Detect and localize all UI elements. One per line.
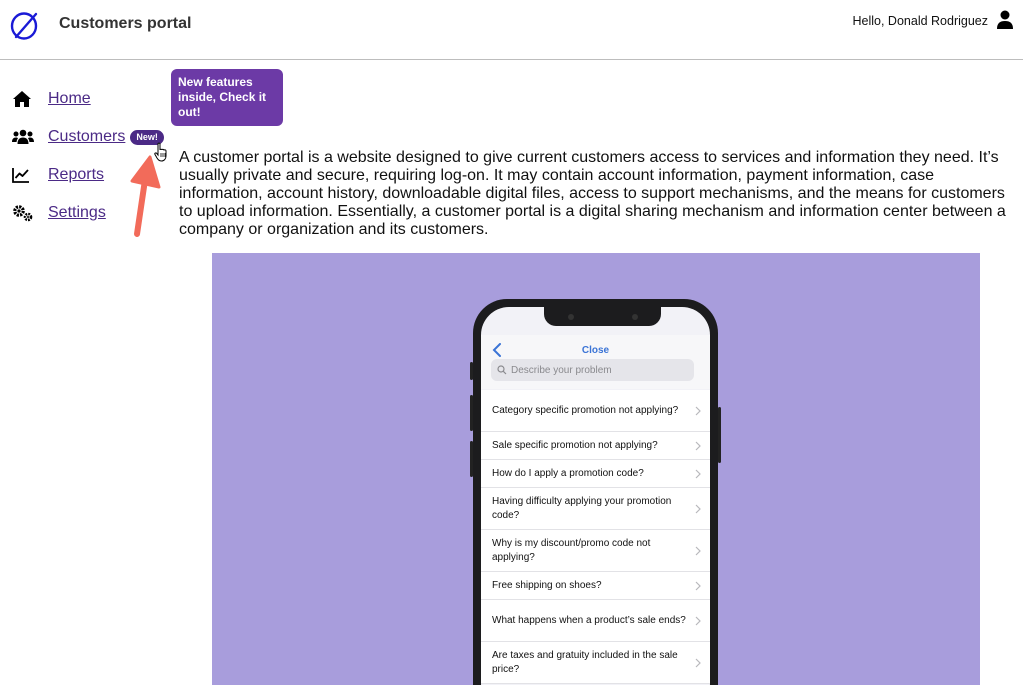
faq-item[interactable]: Category specific promotion not applying…: [481, 390, 710, 432]
chevron-right-icon: [695, 504, 701, 513]
faq-list: Category specific promotion not applying…: [481, 390, 710, 684]
faq-item[interactable]: Free shipping on shoes?: [481, 572, 710, 600]
annotation-arrow-icon: [130, 155, 161, 237]
chevron-right-icon: [695, 406, 701, 415]
phone-search-input[interactable]: Describe your problem: [491, 359, 694, 381]
users-icon: [12, 127, 34, 147]
faq-item-label: How do I apply a promotion code?: [492, 467, 644, 479]
chevron-right-icon: [695, 581, 701, 590]
brand-logo-icon[interactable]: [10, 11, 40, 41]
sidebar-item-label[interactable]: Customers: [48, 128, 125, 146]
sidebar-item-label[interactable]: Home: [48, 90, 91, 108]
faq-item-label: Why is my discount/promo code not applyi…: [492, 537, 651, 563]
phone-screen: Close Describe your problem Category spe…: [481, 307, 710, 685]
new-features-tooltip: New features inside, Check it out!: [171, 69, 283, 126]
faq-item-label: Category specific promotion not applying…: [492, 404, 679, 416]
portal-description: A customer portal is a website designed …: [179, 149, 1006, 238]
chevron-right-icon: [695, 546, 701, 555]
app-title: Customers portal: [59, 15, 192, 32]
faq-item-label: Having difficulty applying your promotio…: [492, 495, 672, 521]
chevron-right-icon: [695, 658, 701, 667]
sidebar-item-customers[interactable]: Customers New!: [12, 125, 164, 149]
search-icon: [497, 365, 507, 375]
faq-item-label: Free shipping on shoes?: [492, 579, 602, 591]
sidebar-item-home[interactable]: Home: [12, 87, 91, 111]
home-icon: [12, 89, 34, 109]
sidebar-item-settings[interactable]: Settings: [12, 201, 106, 225]
faq-item[interactable]: Sale specific promotion not applying?: [481, 432, 710, 460]
gears-icon: [12, 203, 34, 223]
phone-mockup: Close Describe your problem Category spe…: [470, 299, 721, 685]
sidebar-item-reports[interactable]: Reports: [12, 163, 104, 187]
close-button[interactable]: Close: [481, 345, 710, 356]
faq-item-label: Sale specific promotion not applying?: [492, 439, 658, 451]
faq-item[interactable]: Having difficulty applying your promotio…: [481, 488, 710, 530]
faq-item-label: What happens when a product’s sale ends?: [492, 614, 686, 626]
chevron-right-icon: [695, 441, 701, 450]
chevron-right-icon: [695, 469, 701, 478]
top-header: Customers portal Hello, Donald Rodriguez: [0, 0, 1023, 60]
faq-item[interactable]: Are taxes and gratuity included in the s…: [481, 642, 710, 684]
faq-item[interactable]: Why is my discount/promo code not applyi…: [481, 530, 710, 572]
faq-item[interactable]: What happens when a product’s sale ends?: [481, 600, 710, 642]
phone-notch: [544, 307, 661, 326]
chart-line-icon: [12, 165, 34, 185]
faq-item[interactable]: How do I apply a promotion code?: [481, 460, 710, 488]
sidebar-item-label[interactable]: Reports: [48, 166, 104, 184]
search-placeholder: Describe your problem: [511, 364, 612, 376]
hero-image: Close Describe your problem Category spe…: [212, 253, 980, 685]
phone-nav-bar: Close Describe your problem: [481, 335, 710, 389]
user-icon[interactable]: [996, 10, 1014, 30]
faq-item-label: Are taxes and gratuity included in the s…: [492, 649, 678, 675]
chevron-right-icon: [695, 616, 701, 625]
user-greeting: Hello, Donald Rodriguez: [852, 14, 989, 28]
sidebar-item-label[interactable]: Settings: [48, 204, 106, 222]
